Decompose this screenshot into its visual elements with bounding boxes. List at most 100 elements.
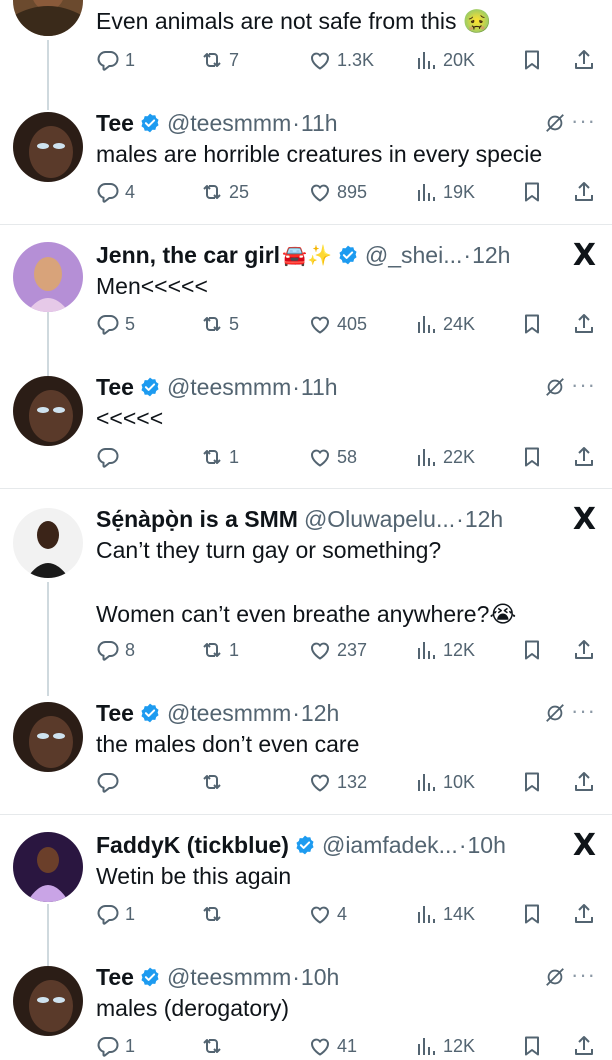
handle[interactable]: @teesmmm — [167, 110, 291, 137]
share-button[interactable] — [572, 310, 596, 338]
bookmark-button[interactable] — [520, 443, 544, 471]
retweet-button[interactable]: 1 — [200, 636, 239, 664]
separator-dot: · — [292, 373, 300, 400]
avatar[interactable] — [13, 0, 83, 36]
like-button[interactable]: 1.3K — [308, 46, 374, 74]
like-button[interactable]: 4 — [308, 900, 347, 928]
bookmark-button[interactable] — [520, 310, 544, 338]
like-button[interactable]: 895 — [308, 178, 367, 206]
reply-button[interactable]: 1 — [96, 46, 135, 74]
retweet-button[interactable] — [200, 900, 229, 928]
timestamp[interactable]: 12h — [301, 700, 339, 727]
bookmark-button[interactable] — [520, 46, 544, 74]
reply-button[interactable]: 1 — [96, 1032, 135, 1060]
reply-button[interactable]: 8 — [96, 636, 135, 664]
retweet-button[interactable]: 5 — [200, 310, 239, 338]
share-button[interactable] — [572, 1032, 596, 1060]
more-icon[interactable]: ··· — [571, 108, 596, 134]
x-logo-icon[interactable]: X — [573, 502, 596, 537]
timestamp[interactable]: 11h — [301, 374, 338, 401]
share-button[interactable] — [572, 768, 596, 796]
display-name[interactable]: Tee — [96, 110, 134, 137]
x-logo-icon[interactable]: X — [573, 238, 596, 273]
handle[interactable]: @_shei... — [365, 242, 463, 269]
tweet-header: Sẹ́nàpọ̀n is a SMM @Oluwapelu... · 12h — [96, 504, 503, 534]
more-icon[interactable]: ··· — [571, 698, 596, 724]
share-button[interactable] — [572, 443, 596, 471]
views-button[interactable]: 12K — [414, 636, 475, 664]
bookmark-button[interactable] — [520, 636, 544, 664]
display-name[interactable]: Tee — [96, 964, 134, 991]
tweet-text: Men<<<<< — [96, 273, 208, 299]
views-count: 20K — [443, 49, 476, 70]
handle[interactable]: @teesmmm — [167, 700, 291, 727]
like-button[interactable]: 405 — [308, 310, 367, 338]
timestamp[interactable]: 12h — [472, 242, 510, 269]
reply-button[interactable]: 5 — [96, 310, 135, 338]
avatar[interactable] — [13, 702, 83, 772]
display-name[interactable]: Jenn, the car girl — [96, 242, 280, 269]
grok-icon[interactable] — [544, 966, 566, 988]
bookmark-button[interactable] — [520, 900, 544, 928]
bookmark-button[interactable] — [520, 768, 544, 796]
display-name[interactable]: FaddyK (tickblue) — [96, 832, 289, 859]
like-button[interactable]: 237 — [308, 636, 367, 664]
grok-icon[interactable] — [544, 376, 566, 398]
like-button[interactable]: 41 — [308, 1032, 357, 1060]
handle[interactable]: @iamfadek... — [322, 832, 458, 859]
handle[interactable]: @teesmmm — [167, 374, 291, 401]
grok-icon[interactable] — [544, 112, 566, 134]
bookmark-icon — [520, 312, 544, 336]
retweet-button[interactable]: 25 — [200, 178, 249, 206]
avatar[interactable] — [13, 112, 83, 182]
display-name[interactable]: Tee — [96, 374, 134, 401]
views-count: 24K — [443, 313, 476, 334]
avatar[interactable] — [13, 376, 83, 446]
reply-button[interactable] — [96, 768, 125, 796]
x-logo-icon[interactable]: X — [573, 828, 596, 863]
retweet-button[interactable]: 1 — [200, 443, 239, 471]
share-button[interactable] — [572, 46, 596, 74]
share-button[interactable] — [572, 636, 596, 664]
timestamp[interactable]: 10h — [467, 832, 505, 859]
timestamp[interactable]: 10h — [301, 964, 339, 991]
more-icon[interactable]: ··· — [571, 962, 596, 988]
retweet-button[interactable]: 7 — [200, 46, 239, 74]
views-button[interactable]: 22K — [414, 443, 475, 471]
bookmark-button[interactable] — [520, 178, 544, 206]
like-button[interactable]: 132 — [308, 768, 367, 796]
views-button[interactable]: 24K — [414, 310, 475, 338]
timestamp[interactable]: 11h — [301, 110, 338, 137]
share-button[interactable] — [572, 900, 596, 928]
more-icon[interactable]: ··· — [571, 372, 596, 398]
reply-button[interactable]: 4 — [96, 178, 135, 206]
avatar[interactable] — [13, 832, 83, 902]
views-button[interactable]: 10K — [414, 768, 475, 796]
avatar[interactable] — [13, 966, 83, 1036]
handle[interactable]: @Oluwapelu... — [304, 506, 455, 533]
retweet-button[interactable] — [200, 1032, 229, 1060]
display-name[interactable]: Tee — [96, 700, 134, 727]
share-button[interactable] — [572, 178, 596, 206]
bookmark-button[interactable] — [520, 1032, 544, 1060]
avatar[interactable] — [13, 242, 83, 312]
verified-icon — [294, 834, 316, 856]
avatar[interactable] — [13, 508, 83, 578]
retweet-button[interactable] — [200, 768, 229, 796]
views-button[interactable]: 19K — [414, 178, 475, 206]
handle[interactable]: @teesmmm — [167, 964, 291, 991]
like-icon — [308, 1034, 332, 1058]
reply-button[interactable]: 1 — [96, 900, 135, 928]
grok-icon[interactable] — [544, 702, 566, 724]
tweet-header: Tee @teesmmm · 11h — [96, 372, 338, 402]
views-button[interactable]: 14K — [414, 900, 475, 928]
timestamp[interactable]: 12h — [465, 506, 503, 533]
display-name[interactable]: Sẹ́nàpọ̀n is a SMM — [96, 506, 298, 533]
bookmark-icon — [520, 902, 544, 926]
verified-icon — [139, 966, 161, 988]
reply-button[interactable] — [96, 443, 125, 471]
like-button[interactable]: 58 — [308, 443, 357, 471]
separator-dot: · — [292, 699, 300, 726]
views-button[interactable]: 12K — [414, 1032, 475, 1060]
views-button[interactable]: 20K — [414, 46, 475, 74]
